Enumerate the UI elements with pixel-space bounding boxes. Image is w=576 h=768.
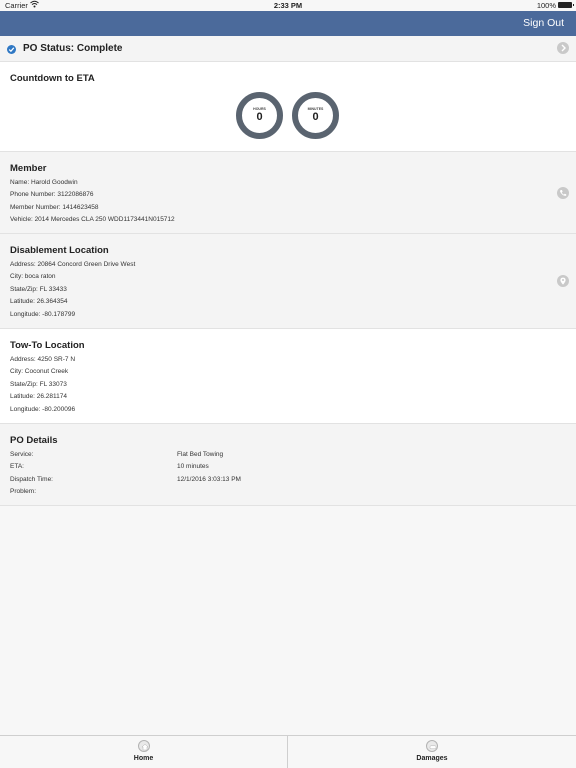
po-dispatch-time-value: 12/1/2016 3:03:13 PM [177,476,241,483]
po-details-title: PO Details [10,435,58,446]
tow-to-city: City: Coconut Creek [10,368,69,375]
tow-to-state-zip: State/Zip: FL 33073 [10,381,67,388]
tab-damages[interactable]: Damages [288,736,576,768]
member-title: Member [10,163,47,174]
phone-icon[interactable] [557,187,569,199]
member-name: Name: Harold Goodwin [10,179,78,186]
tow-to-latitude: Latitude: 26.281174 [10,393,67,400]
po-service-value: Flat Bed Towing [177,451,224,458]
chevron-right-icon[interactable] [557,42,569,54]
member-section: Member Name: Harold Goodwin Phone Number… [0,152,576,234]
po-details-section: PO Details Service: Flat Bed Towing ETA:… [0,424,576,506]
disablement-title: Disablement Location [10,245,109,256]
countdown-section: Countdown to ETA HOURS 0 MINUTES 0 [0,62,576,152]
minutes-value: 0 [312,111,319,123]
tow-to-section: Tow-To Location Address: 4250 SR-7 N Cit… [0,329,576,424]
hours-dial: HOURS 0 [236,92,283,139]
tab-home[interactable]: Home [0,736,288,768]
disablement-section: Disablement Location Address: 20864 Conc… [0,234,576,329]
po-problem-label: Problem: [10,488,37,495]
disablement-city: City: boca raton [10,273,56,280]
tab-bar: Home Damages [0,735,576,768]
member-vehicle: Vehicle: 2014 Mercedes CLA 250 WDD117344… [10,216,175,223]
disablement-longitude: Longitude: -80.178799 [10,311,76,318]
disablement-address: Address: 20864 Concord Green Drive West [10,261,136,268]
check-icon [7,45,16,54]
tow-to-address: Address: 4250 SR-7 N [10,356,76,363]
tow-to-title: Tow-To Location [10,340,85,351]
tab-home-label: Home [133,755,154,762]
po-dispatch-time-label: Dispatch Time: [10,476,53,483]
member-number: Member Number: 1414623458 [10,204,99,211]
member-phone: Phone Number: 3122086876 [10,191,94,198]
map-pin-icon[interactable] [557,275,569,287]
clock: 2:33 PM [273,1,303,10]
battery-icon [558,2,574,8]
po-status-text: PO Status: Complete [23,43,123,54]
home-icon [137,740,150,752]
battery-percent: 100% [536,1,556,10]
nav-bar: Sign Out [0,11,576,36]
countdown-title: Countdown to ETA [10,73,95,84]
hours-value: 0 [256,111,263,123]
disablement-latitude: Latitude: 26.364354 [10,298,68,305]
sign-out-button[interactable]: Sign Out [523,17,564,29]
status-bar: Carrier 2:33 PM 100% [0,0,576,11]
disablement-state-zip: State/Zip: FL 33433 [10,286,67,293]
tow-to-longitude: Longitude: -80.200096 [10,406,76,413]
tab-damages-label: Damages [416,755,448,762]
po-status-row[interactable]: PO Status: Complete [0,36,576,62]
damages-icon [426,740,438,752]
po-service-label: Service: [10,451,34,458]
minutes-dial: MINUTES 0 [292,92,339,139]
po-eta-label: ETA: [10,463,24,470]
po-eta-value: 10 minutes [177,463,209,470]
